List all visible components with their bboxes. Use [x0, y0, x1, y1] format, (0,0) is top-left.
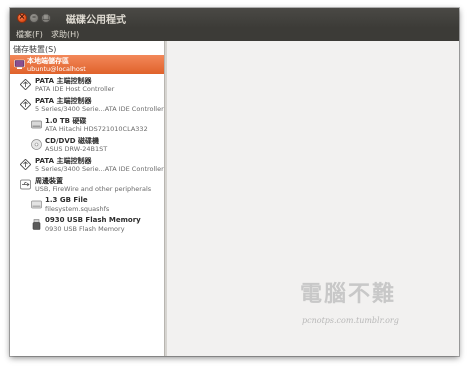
device-description: ubuntu@localhost: [27, 65, 86, 73]
device-name: 1.3 GB File: [45, 196, 88, 204]
watermark: 電腦不難 pcnotps.com.tumblr.org: [300, 276, 440, 336]
device-description: ASUS DRW-24B1ST: [45, 145, 108, 153]
optical-drive-icon: [31, 139, 42, 150]
file-disk-icon: [31, 200, 42, 209]
device-item-usb-flash[interactable]: 0930 USB Flash Memory 0930 USB Flash Mem…: [10, 215, 164, 234]
device-description: 5 Series/3400 Serie...ATA IDE Controller: [35, 165, 164, 173]
device-item-pata-controller-1[interactable]: PATA 主端控制器 PATA IDE Host Controller: [10, 75, 164, 94]
maximize-window-button[interactable]: □: [41, 12, 51, 23]
usb-flash-icon: [32, 219, 41, 230]
storage-devices-header: 儲存裝置(S): [13, 45, 57, 54]
close-icon: ×: [18, 12, 26, 21]
storage-devices-pane: 儲存裝置(S) 本地端儲存區 ubuntu@localhost PATA 主端控…: [10, 41, 165, 356]
controller-icon: [20, 99, 31, 110]
menu-help[interactable]: 求助(H): [51, 29, 79, 40]
watermark-url: pcnotps.com.tumblr.org: [302, 316, 399, 325]
computer-icon: [14, 59, 25, 69]
device-description: USB, FireWire and other peripherals: [35, 185, 152, 193]
close-window-button[interactable]: ×: [17, 12, 27, 23]
device-item-peripherals[interactable]: 周邊裝置 USB, FireWire and other peripherals: [10, 175, 164, 194]
device-item-squashfs-file[interactable]: 1.3 GB File filesystem.squashfs: [10, 195, 164, 214]
device-item-optical-drive[interactable]: CD/DVD 磁碟機 ASUS DRW-24B1ST: [10, 135, 164, 154]
device-description: 0930 USB Flash Memory: [45, 225, 125, 233]
controller-icon: [20, 79, 31, 90]
device-description: PATA IDE Host Controller: [35, 85, 115, 93]
device-item-pata-controller-3[interactable]: PATA 主端控制器 5 Series/3400 Serie...ATA IDE…: [10, 155, 164, 174]
controller-icon: [20, 159, 31, 170]
device-name: 0930 USB Flash Memory: [45, 216, 141, 224]
device-item-pata-controller-2[interactable]: PATA 主端控制器 5 Series/3400 Serie...ATA IDE…: [10, 95, 164, 114]
minimize-icon: –: [32, 12, 36, 21]
menu-file[interactable]: 檔案(F): [16, 29, 43, 40]
maximize-icon: □: [42, 12, 50, 21]
device-item-hard-disk[interactable]: 1.0 TB 硬碟 ATA Hitachi HDS721010CLA332: [10, 115, 164, 134]
device-item-local-storage[interactable]: 本地端儲存區 ubuntu@localhost: [10, 55, 164, 74]
menu-bar: 檔案(F) 求助(H): [10, 28, 459, 41]
usb-icon: [20, 179, 31, 190]
hard-disk-icon: [31, 120, 42, 129]
watermark-logo-text: 電腦不難: [300, 281, 397, 307]
title-bar: × – □ 磁碟公用程式: [10, 8, 459, 28]
device-description: ATA Hitachi HDS721010CLA332: [45, 125, 148, 133]
window-title: 磁碟公用程式: [66, 15, 126, 26]
minimize-window-button[interactable]: –: [29, 12, 39, 23]
device-description: 5 Series/3400 Serie...ATA IDE Controller: [35, 105, 164, 113]
device-description: filesystem.squashfs: [45, 205, 110, 213]
